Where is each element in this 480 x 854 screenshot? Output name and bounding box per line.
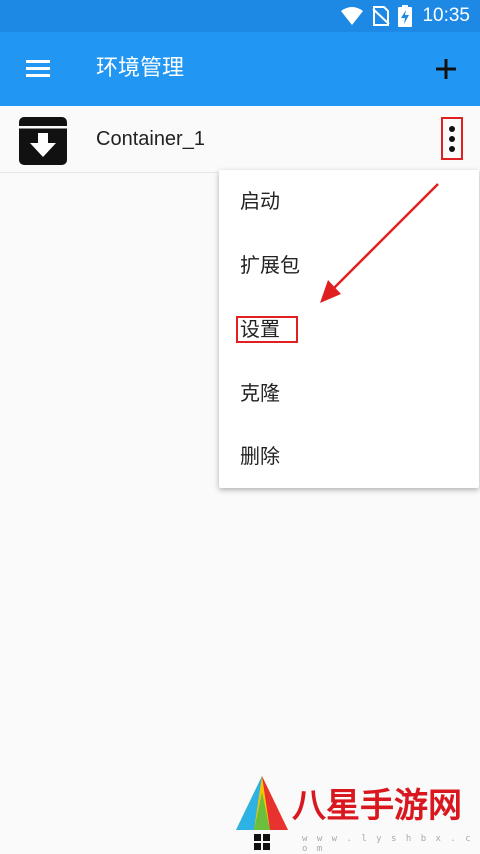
wifi-icon	[341, 7, 364, 25]
page-title: 环境管理	[96, 56, 185, 81]
plus-icon	[436, 59, 456, 79]
add-container-button[interactable]	[426, 49, 466, 89]
watermark-text: 八星手游网	[292, 786, 462, 826]
battery-charging-icon	[398, 5, 413, 27]
archive-download-icon	[19, 117, 67, 165]
status-icons: 10:35	[340, 0, 470, 32]
menu-item-clone[interactable]: 克隆	[219, 362, 479, 424]
menu-item-label: 扩展包	[240, 253, 300, 277]
status-time: 10:35	[422, 5, 470, 26]
settings-highlight-annotation	[236, 316, 298, 343]
watermark-url: w w w . l y s h b x . c o m	[302, 834, 473, 854]
menu-item-label: 克隆	[240, 381, 280, 405]
container-name: Container_1	[96, 128, 205, 150]
app-bar: 环境管理	[0, 32, 480, 106]
no-sim-icon	[372, 6, 391, 26]
menu-item-delete[interactable]: 删除	[219, 425, 479, 487]
watermark: 八星手游网 w w w . l y s h b x . c o m	[232, 772, 478, 854]
menu-item-extensions[interactable]: 扩展包	[219, 234, 479, 296]
menu-item-label: 启动	[240, 189, 280, 213]
menu-item-label: 删除	[240, 444, 280, 468]
list-item-container[interactable]: Container_1	[0, 106, 480, 173]
more-options-button[interactable]	[441, 117, 463, 160]
status-bar: 10:35	[0, 0, 480, 32]
navigation-menu-button[interactable]	[18, 48, 58, 88]
hamburger-menu-icon	[26, 60, 50, 77]
more-vert-icon	[449, 125, 455, 152]
watermark-logo-icon	[236, 776, 288, 850]
menu-item-start[interactable]: 启动	[219, 170, 479, 232]
